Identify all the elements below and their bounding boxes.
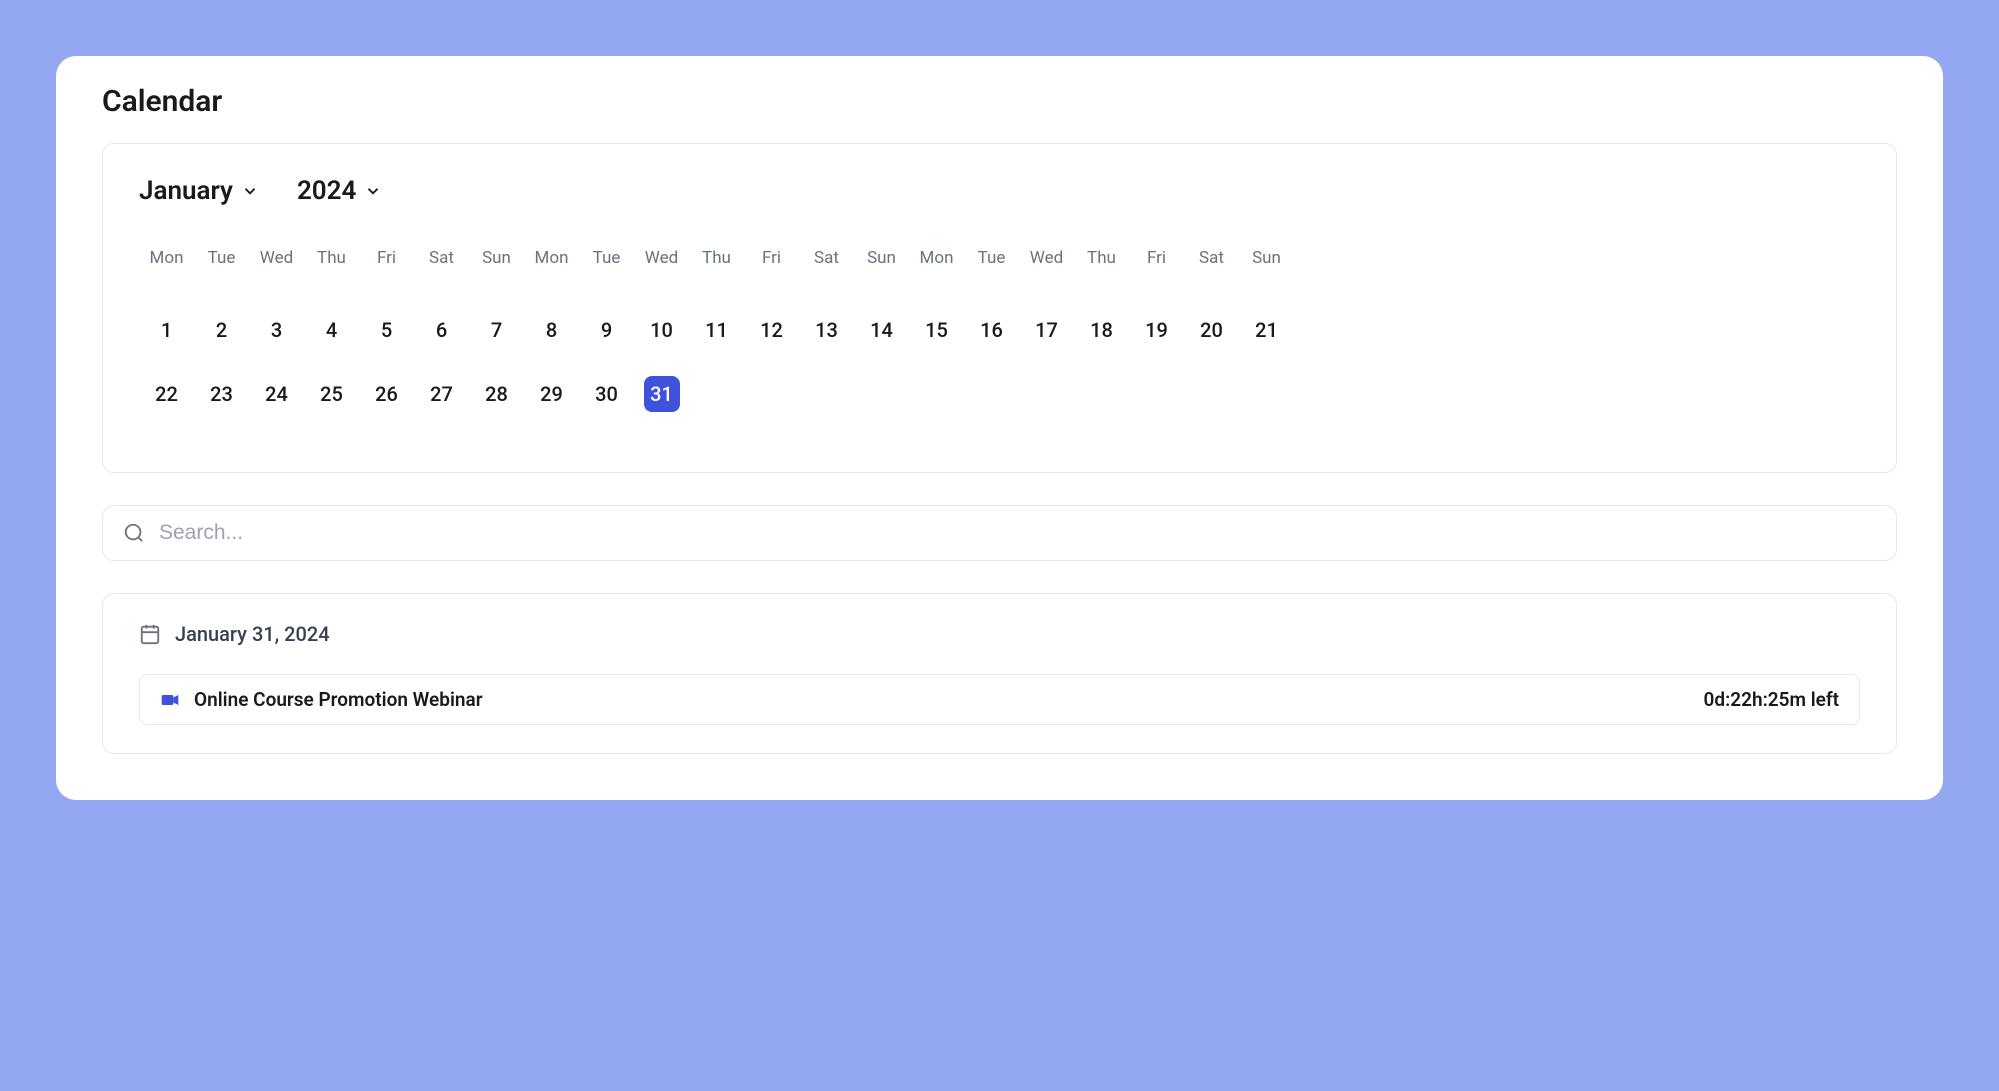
event-item[interactable]: Online Course Promotion Webinar 0d:22h:2… (139, 674, 1860, 725)
day-cell[interactable]: 30 (589, 376, 625, 412)
day-header: Sat (814, 248, 839, 272)
day-cell[interactable]: 31 (644, 376, 680, 412)
day-header: Thu (1087, 248, 1116, 272)
day-header: Fri (762, 248, 781, 272)
day-header: Sat (429, 248, 454, 272)
day-cell[interactable]: 9 (589, 312, 625, 348)
day-cell[interactable]: 18 (1084, 312, 1120, 348)
day-cell[interactable]: 17 (1029, 312, 1065, 348)
year-label: 2024 (297, 176, 356, 206)
day-header: Mon (150, 248, 184, 272)
day-cell[interactable]: 13 (809, 312, 845, 348)
calendar-panel: January 2024 Mon122Tue223Wed324Thu425Fri… (102, 143, 1897, 473)
day-cell[interactable]: 19 (1139, 312, 1175, 348)
day-cell[interactable]: 14 (864, 312, 900, 348)
day-cell[interactable]: 4 (314, 312, 350, 348)
day-header: Wed (1030, 248, 1063, 272)
day-column: Thu 4 25 (304, 248, 359, 440)
day-column: Wed 10 31 (634, 248, 689, 440)
month-year-row: January 2024 (139, 176, 1860, 206)
event-date-row: January 31, 2024 (139, 622, 1860, 646)
day-cell[interactable]: 27 (424, 376, 460, 412)
day-column: Sat 6 27 (414, 248, 469, 440)
day-header: Sun (867, 248, 896, 272)
search-box[interactable] (102, 505, 1897, 561)
day-header: Mon (920, 248, 954, 272)
day-header: Sun (1252, 248, 1281, 272)
day-column: Wed 17 (1019, 248, 1074, 440)
day-header: Fri (377, 248, 396, 272)
day-header: Thu (702, 248, 731, 272)
day-column: Tue 16 (964, 248, 1019, 440)
day-cell[interactable]: 23 (204, 376, 240, 412)
event-left: Online Course Promotion Webinar (160, 688, 483, 711)
day-cell[interactable]: 24 (259, 376, 295, 412)
day-column: Tue 9 30 (579, 248, 634, 440)
chevron-down-icon (364, 182, 382, 200)
month-label: January (139, 176, 233, 206)
day-column: Thu 11 (689, 248, 744, 440)
day-column: Wed 3 24 (249, 248, 304, 440)
day-cell[interactable]: 22 (149, 376, 185, 412)
video-icon (160, 690, 180, 710)
event-time-left: 0d:22h:25m left (1704, 688, 1839, 711)
day-header: Sat (1199, 248, 1224, 272)
day-header: Fri (1147, 248, 1166, 272)
event-date: January 31, 2024 (175, 622, 330, 646)
calendar-icon (139, 623, 161, 645)
day-column: Fri 19 (1129, 248, 1184, 440)
day-column: Sun 21 (1239, 248, 1294, 440)
day-cell[interactable]: 28 (479, 376, 515, 412)
chevron-down-icon (241, 182, 259, 200)
day-cell[interactable]: 1 (149, 312, 185, 348)
day-header: Thu (317, 248, 346, 272)
day-header: Tue (593, 248, 621, 272)
day-column: Mon 15 (909, 248, 964, 440)
day-cell[interactable]: 29 (534, 376, 570, 412)
day-column: Mon 8 29 (524, 248, 579, 440)
day-column: Thu 18 (1074, 248, 1129, 440)
day-cell[interactable]: 7 (479, 312, 515, 348)
search-input[interactable] (159, 521, 1876, 545)
year-selector[interactable]: 2024 (297, 176, 382, 206)
day-column: Sat 20 (1184, 248, 1239, 440)
events-panel: January 31, 2024 Online Course Promotion… (102, 593, 1897, 754)
day-column: Fri 12 (744, 248, 799, 440)
day-header: Tue (978, 248, 1006, 272)
day-cell[interactable]: 21 (1249, 312, 1285, 348)
event-title: Online Course Promotion Webinar (194, 688, 483, 711)
page-title: Calendar (102, 84, 1897, 119)
day-column: Mon 1 22 (139, 248, 194, 440)
day-cell[interactable]: 11 (699, 312, 735, 348)
day-header: Wed (260, 248, 293, 272)
day-column: Sat 13 (799, 248, 854, 440)
search-icon (123, 522, 145, 544)
day-cell[interactable]: 20 (1194, 312, 1230, 348)
calendar-grid: Mon 1 22 Tue 2 23 Wed 3 24 Thu 4 25 Fri 5 26 Sat 6 27 Sun 7… (139, 248, 1860, 440)
day-cell[interactable]: 5 (369, 312, 405, 348)
day-cell[interactable]: 12 (754, 312, 790, 348)
day-cell[interactable]: 6 (424, 312, 460, 348)
day-cell[interactable]: 25 (314, 376, 350, 412)
day-cell[interactable]: 26 (369, 376, 405, 412)
day-header: Sun (482, 248, 511, 272)
day-cell[interactable]: 10 (644, 312, 680, 348)
day-column: Fri 5 26 (359, 248, 414, 440)
day-cell[interactable]: 16 (974, 312, 1010, 348)
day-column: Sun 7 28 (469, 248, 524, 440)
calendar-card: Calendar January 2024 Mon 1 22 Tue 2 23 Wed 3 24… (56, 56, 1943, 800)
day-header: Tue (208, 248, 236, 272)
day-cell[interactable]: 2 (204, 312, 240, 348)
day-column: Sun 14 (854, 248, 909, 440)
day-column: Tue 2 23 (194, 248, 249, 440)
day-cell[interactable]: 8 (534, 312, 570, 348)
day-header: Mon (535, 248, 569, 272)
month-selector[interactable]: January (139, 176, 259, 206)
day-cell[interactable]: 15 (919, 312, 955, 348)
day-cell[interactable]: 3 (259, 312, 295, 348)
day-header: Wed (645, 248, 678, 272)
